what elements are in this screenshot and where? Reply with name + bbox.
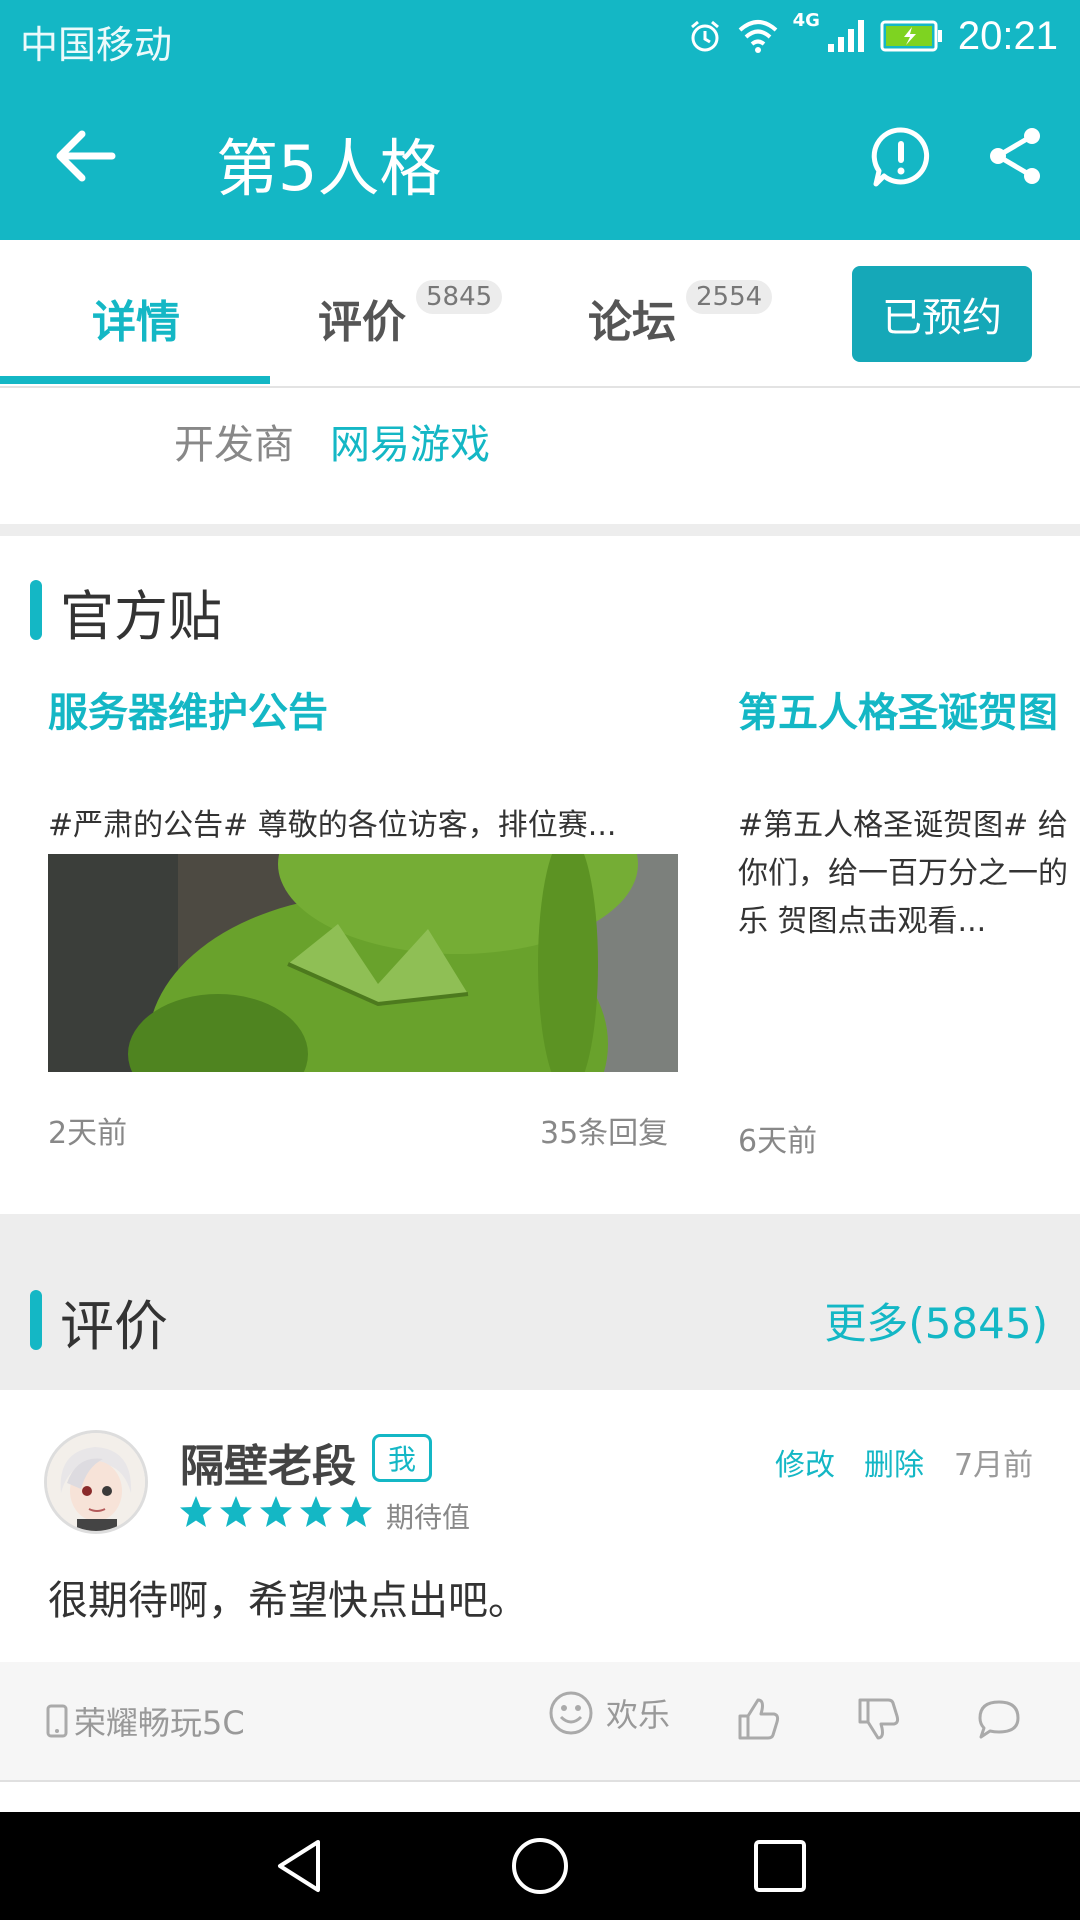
mood-tag[interactable]: 欢乐	[548, 1690, 670, 1736]
signal-icon	[827, 20, 864, 52]
battery-icon	[880, 20, 942, 52]
review-text: 很期待啊，希望快点出吧。	[48, 1578, 528, 1624]
post-time: 6天前	[738, 1124, 818, 1159]
app-bar: 第5人格	[0, 72, 1080, 240]
network-type: 4G	[792, 9, 820, 31]
tab-bar: 详情 评价 5845 论坛 2554 已预约	[0, 240, 1080, 388]
section-divider	[0, 524, 1080, 536]
nav-back-icon[interactable]	[270, 1836, 330, 1896]
rating-label: 期待值	[386, 1501, 471, 1534]
star-icon	[340, 1496, 372, 1527]
status-icons: 4G 20:21	[687, 8, 1058, 64]
review-item: 隔壁老段 我 期待值 修改 删除 7月前 很期待啊，希望快点出吧。	[0, 1390, 1080, 1662]
frog-thumbnail-image	[48, 854, 678, 1072]
official-post-card[interactable]: 服务器维护公告 #严肃的公告# 尊敬的各位访客，排位赛... 2天前 35条回复	[0, 536, 700, 1214]
report-icon[interactable]	[870, 126, 932, 188]
post-image	[48, 854, 678, 1072]
section-accent-bar	[30, 1290, 42, 1350]
star-icon	[260, 1496, 292, 1527]
tab-forum-count: 2554	[686, 280, 773, 314]
back-arrow-icon[interactable]	[50, 124, 120, 188]
thumbs-up-icon[interactable]	[734, 1694, 784, 1744]
avatar[interactable]	[44, 1430, 148, 1534]
reviews-title: 评价	[60, 1295, 168, 1358]
star-icon	[300, 1496, 332, 1527]
official-post-card[interactable]: 第五人格圣诞贺图 #第五人格圣诞贺图# 给 你们，给一百万分之一的 乐 贺图点击…	[700, 536, 1080, 1214]
delete-review-button[interactable]: 删除	[864, 1440, 924, 1484]
smiley-icon	[549, 1691, 593, 1735]
developer-link[interactable]: 网易游戏	[330, 412, 490, 470]
next-item-peek	[0, 1782, 1080, 1812]
carrier-name: 中国移动	[20, 23, 173, 67]
system-navigation-bar	[0, 1812, 1080, 1920]
phone-icon	[46, 1704, 68, 1738]
star-rating	[178, 1494, 374, 1530]
more-reviews-link[interactable]: 更多(5845)	[824, 1290, 1048, 1351]
alarm-icon	[690, 20, 719, 52]
nav-recents-icon[interactable]	[750, 1836, 810, 1896]
share-icon[interactable]	[986, 126, 1046, 186]
official-posts-section: 官方贴 服务器维护公告 #严肃的公告# 尊敬的各位访客，排位赛... 2天前 3…	[0, 536, 1080, 1214]
clock: 20:21	[957, 13, 1058, 58]
tab-reviews[interactable]: 评价 5845	[318, 280, 503, 350]
tab-reviews-count: 5845	[416, 280, 503, 314]
review-footer: 荣耀畅玩5C 欢乐	[0, 1662, 1080, 1782]
tab-forum[interactable]: 论坛 2554	[588, 280, 773, 350]
post-excerpt: #第五人格圣诞贺图# 给 你们，给一百万分之一的 乐 贺图点击观看...	[738, 808, 1068, 939]
avatar-image	[47, 1433, 145, 1531]
reviewer-name[interactable]: 隔壁老段	[180, 1430, 356, 1494]
post-excerpt: #严肃的公告# 尊敬的各位访客，排位赛...	[48, 808, 617, 843]
comment-icon[interactable]	[974, 1694, 1024, 1744]
tab-forum-label: 论坛	[588, 297, 676, 348]
star-icon	[180, 1496, 212, 1527]
status-bar: 中国移动 4G 20:21	[0, 0, 1080, 72]
tab-details[interactable]: 详情	[92, 286, 180, 350]
thumbs-down-icon[interactable]	[854, 1694, 904, 1744]
tab-reviews-label: 评价	[318, 297, 406, 348]
tab-details-label: 详情	[92, 297, 180, 348]
page-title: 第5人格	[216, 132, 442, 205]
reserved-button[interactable]: 已预约	[852, 266, 1032, 362]
device-info: 荣耀畅玩5C	[46, 1698, 245, 1744]
post-reply-count: 35条回复	[540, 1116, 669, 1151]
edit-review-button[interactable]: 修改	[775, 1440, 835, 1484]
wifi-icon	[738, 20, 777, 53]
mood-label: 欢乐	[606, 1696, 671, 1734]
device-name: 荣耀畅玩5C	[74, 1704, 245, 1742]
post-time: 2天前	[48, 1116, 128, 1151]
developer-label: 开发商	[174, 422, 294, 468]
developer-row: 开发商 网易游戏	[0, 390, 1080, 524]
me-badge: 我	[372, 1434, 432, 1482]
review-time: 7月前	[954, 1448, 1034, 1483]
star-icon	[220, 1496, 252, 1527]
nav-home-icon[interactable]	[510, 1836, 570, 1896]
post-title: 服务器维护公告	[48, 690, 328, 736]
post-title: 第五人格圣诞贺图	[738, 690, 1058, 736]
active-tab-indicator	[0, 376, 270, 384]
